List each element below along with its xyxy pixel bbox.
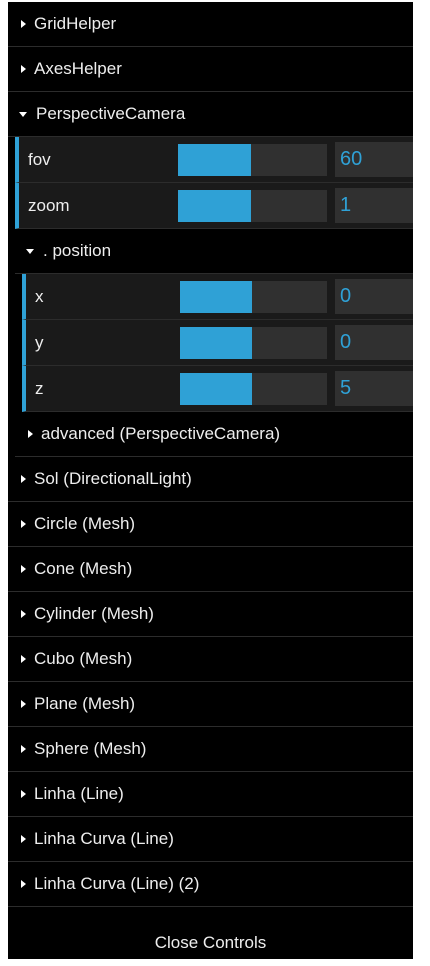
control-label: x <box>35 286 44 306</box>
triangle-down-icon <box>26 248 34 254</box>
folder-label: advanced (PerspectiveCamera) <box>41 424 281 443</box>
folder-cone[interactable]: Cone (Mesh) <box>8 547 413 592</box>
triangle-right-icon <box>21 655 26 663</box>
y-slider[interactable] <box>179 326 327 359</box>
control-fov: fov <box>15 137 413 183</box>
folder-circle[interactable]: Circle (Mesh) <box>8 502 413 547</box>
folder-plane[interactable]: Plane (Mesh) <box>8 682 413 727</box>
folder-label: Linha Curva (Line) (2) <box>34 874 200 893</box>
folder-label: AxesHelper <box>34 59 122 78</box>
folder-position[interactable]: . position <box>15 229 413 274</box>
triangle-down-icon <box>19 111 27 117</box>
y-input[interactable] <box>335 325 413 360</box>
folder-cylinder[interactable]: Cylinder (Mesh) <box>8 592 413 637</box>
dat-gui-panel: GridHelper AxesHelper PerspectiveCamera … <box>8 2 413 959</box>
triangle-right-icon <box>28 430 33 438</box>
control-label: z <box>35 378 44 398</box>
slider-fill <box>179 326 252 359</box>
triangle-right-icon <box>21 565 26 573</box>
triangle-right-icon <box>21 20 26 28</box>
folder-label: Cubo (Mesh) <box>34 649 133 668</box>
slider-fill <box>177 143 251 176</box>
z-input[interactable] <box>335 371 413 406</box>
control-label: zoom <box>28 195 70 215</box>
slider-fill <box>177 189 251 222</box>
fov-slider[interactable] <box>177 143 327 176</box>
control-zoom: zoom <box>15 183 413 229</box>
control-label: fov <box>28 149 51 169</box>
folder-label: Sphere (Mesh) <box>34 739 147 758</box>
triangle-right-icon <box>21 520 26 528</box>
camera-folder-content: fov zoom . position x <box>15 137 413 457</box>
triangle-right-icon <box>21 790 26 798</box>
zoom-input[interactable] <box>335 188 413 223</box>
folder-cubo[interactable]: Cubo (Mesh) <box>8 637 413 682</box>
triangle-right-icon <box>21 65 26 73</box>
triangle-right-icon <box>21 610 26 618</box>
folder-gridhelper[interactable]: GridHelper <box>8 2 413 47</box>
triangle-right-icon <box>21 880 26 888</box>
triangle-right-icon <box>21 745 26 753</box>
slider-fill <box>179 372 252 405</box>
folder-label: Linha Curva (Line) <box>34 829 174 848</box>
folder-linha[interactable]: Linha (Line) <box>8 772 413 817</box>
position-folder-content: x y z <box>22 274 413 412</box>
folder-label: PerspectiveCamera <box>36 104 186 123</box>
folder-perspectivecamera[interactable]: PerspectiveCamera <box>8 92 413 137</box>
triangle-right-icon <box>21 475 26 483</box>
close-controls-button[interactable]: Close Controls <box>8 927 413 959</box>
folder-label: Cone (Mesh) <box>34 559 133 578</box>
triangle-right-icon <box>21 700 26 708</box>
zoom-slider[interactable] <box>177 189 327 222</box>
control-label: y <box>35 332 44 352</box>
control-z: z <box>22 366 413 412</box>
folder-sphere[interactable]: Sphere (Mesh) <box>8 727 413 772</box>
fov-input[interactable] <box>335 142 413 177</box>
folder-label: GridHelper <box>34 14 117 33</box>
folder-label: Linha (Line) <box>34 784 124 803</box>
folder-label: Cylinder (Mesh) <box>34 604 154 623</box>
triangle-right-icon <box>21 835 26 843</box>
folder-label: . position <box>43 241 112 260</box>
folder-advanced-camera[interactable]: advanced (PerspectiveCamera) <box>15 412 413 457</box>
x-input[interactable] <box>335 279 413 314</box>
folder-linha-curva[interactable]: Linha Curva (Line) <box>8 817 413 862</box>
folder-label: Circle (Mesh) <box>34 514 136 533</box>
x-slider[interactable] <box>179 280 327 313</box>
folder-label: Sol (DirectionalLight) <box>34 469 192 488</box>
folder-axeshelper[interactable]: AxesHelper <box>8 47 413 92</box>
folder-sol[interactable]: Sol (DirectionalLight) <box>8 457 413 502</box>
control-x: x <box>22 274 413 320</box>
slider-fill <box>179 280 252 313</box>
z-slider[interactable] <box>179 372 327 405</box>
control-y: y <box>22 320 413 366</box>
folder-linha-curva-2[interactable]: Linha Curva (Line) (2) <box>8 862 413 907</box>
folder-label: Plane (Mesh) <box>34 694 136 713</box>
